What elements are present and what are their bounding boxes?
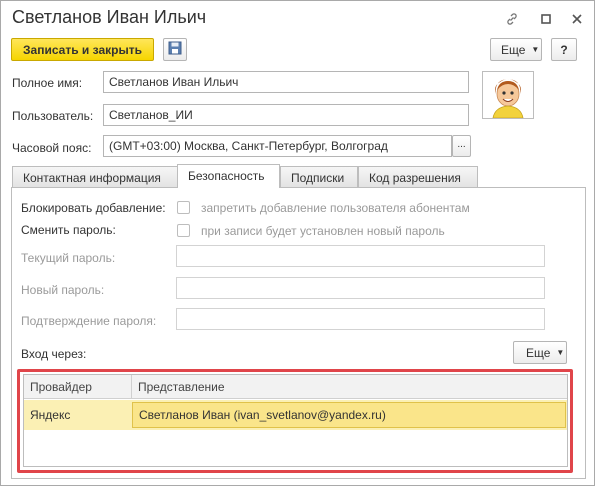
close-icon[interactable]	[566, 9, 588, 29]
login-via-label: Вход через:	[21, 347, 87, 361]
confirm-password-label: Подтверждение пароля:	[21, 314, 157, 328]
more-label: Еще	[501, 42, 526, 57]
save-and-close-button[interactable]: Записать и закрыть	[11, 38, 154, 61]
tab-contact-info[interactable]: Контактная информация	[12, 166, 178, 188]
tab-subscriptions[interactable]: Подписки	[280, 166, 358, 188]
timezone-field[interactable]: (GMT+03:00) Москва, Санкт-Петербург, Вол…	[103, 135, 452, 157]
timezone-label: Часовой пояс:	[12, 141, 92, 155]
chevron-down-icon: ▼	[531, 45, 540, 54]
new-password-label: Новый пароль:	[21, 283, 105, 297]
providers-more-button[interactable]: Еще ▼	[513, 341, 567, 364]
column-header-representation[interactable]: Представление	[132, 375, 568, 399]
new-password-field[interactable]	[176, 277, 545, 299]
maximize-icon[interactable]	[535, 9, 557, 29]
user-form-window: Светланов Иван Ильич Записать и закрыть …	[0, 0, 595, 486]
timezone-select-button[interactable]: ...	[452, 135, 471, 157]
more-actions-button[interactable]: Еще ▼	[490, 38, 542, 61]
column-header-provider[interactable]: Провайдер	[24, 375, 132, 399]
block-adding-checkbox[interactable]	[177, 201, 190, 214]
representation-cell[interactable]: Светланов Иван (ivan_svetlanov@yandex.ru…	[132, 402, 566, 428]
user-label: Пользователь:	[12, 109, 94, 123]
confirm-password-field[interactable]	[176, 308, 545, 330]
floppy-disk-icon	[168, 41, 182, 58]
change-password-checkbox-text: при записи будет установлен новый пароль	[201, 224, 445, 238]
full-name-label: Полное имя:	[12, 76, 83, 90]
block-adding-label: Блокировать добавление:	[21, 201, 166, 215]
tab-security[interactable]: Безопасность	[177, 164, 280, 188]
chevron-down-icon: ▼	[556, 348, 565, 357]
providers-more-label: Еще	[526, 345, 551, 360]
tab-permission-code[interactable]: Код разрешения	[358, 166, 478, 188]
providers-table[interactable]: Провайдер Представление Яндекс Светланов…	[23, 374, 568, 467]
window-title: Светланов Иван Ильич	[12, 7, 207, 27]
change-password-checkbox[interactable]	[177, 224, 190, 237]
provider-cell[interactable]: Яндекс	[24, 400, 132, 430]
user-avatar-icon	[492, 79, 524, 119]
current-password-field[interactable]	[176, 245, 545, 267]
table-header: Провайдер Представление	[24, 375, 567, 399]
current-password-label: Текущий пароль:	[21, 251, 116, 265]
full-name-field[interactable]: Светланов Иван Ильич	[103, 71, 469, 93]
avatar[interactable]	[482, 71, 534, 119]
change-password-label: Сменить пароль:	[21, 223, 116, 237]
save-button[interactable]	[163, 38, 187, 61]
table-row[interactable]: Яндекс Светланов Иван (ivan_svetlanov@ya…	[24, 400, 567, 430]
link-icon[interactable]	[501, 9, 523, 29]
user-field[interactable]: Светланов_ИИ	[103, 104, 469, 126]
help-button[interactable]: ?	[551, 38, 577, 61]
block-adding-checkbox-text: запретить добавление пользователя абонен…	[201, 201, 470, 215]
